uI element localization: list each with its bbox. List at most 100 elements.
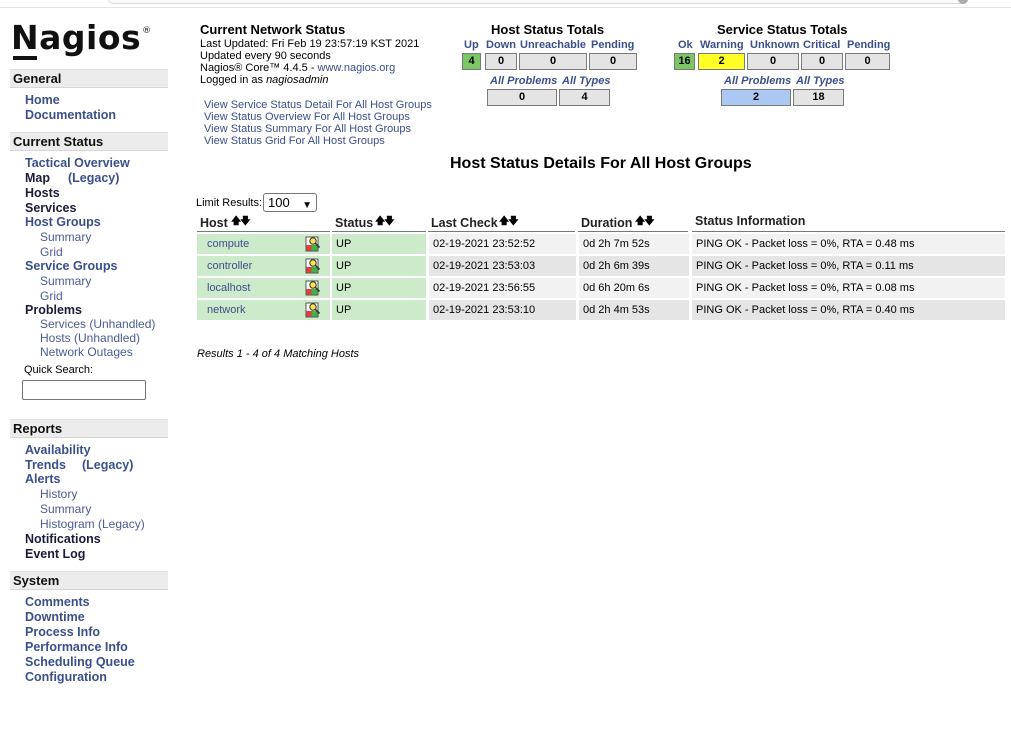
- address-bar-edge: [108, 0, 968, 4]
- nav-problems-services[interactable]: Services (Unhandled): [40, 317, 155, 331]
- view-service-details-icon[interactable]: [305, 236, 321, 252]
- col-host: Host 🡅🡇: [197, 214, 330, 232]
- status-information: PING OK - Packet loss = 0%, RTA = 0.48 m…: [692, 234, 1005, 254]
- nav-event-log[interactable]: Event Log: [25, 547, 85, 561]
- nav-alerts-histogram[interactable]: Histogram (Legacy): [40, 517, 145, 531]
- sort-duration-icon[interactable]: 🡅🡇: [635, 214, 655, 231]
- core-version: Nagios® Core™ 4.4.5 - www.nagios.org: [200, 62, 396, 74]
- col-status: Status 🡅🡇: [332, 214, 426, 232]
- nav-problems-hosts[interactable]: Hosts (Unhandled): [40, 331, 140, 345]
- nav-trends[interactable]: Trends: [25, 458, 66, 472]
- update-interval: Updated every 90 seconds: [200, 50, 331, 62]
- network-status-title: Current Network Status: [200, 22, 346, 37]
- link-status-grid[interactable]: View Status Grid For All Host Groups: [204, 135, 385, 147]
- service-ok-count[interactable]: 16: [674, 53, 695, 70]
- host-status: UP: [332, 256, 426, 276]
- nav-trends-legacy[interactable]: (Legacy): [82, 458, 133, 472]
- status-information: PING OK - Packet loss = 0%, RTA = 0.08 m…: [692, 278, 1005, 298]
- host-status: UP: [332, 300, 426, 320]
- nav-alerts-history[interactable]: History: [40, 487, 77, 501]
- host-all-problems-label[interactable]: All Problems: [490, 75, 557, 87]
- service-warning-count[interactable]: 2: [698, 53, 745, 70]
- view-service-details-icon[interactable]: [305, 280, 321, 296]
- view-service-details-icon[interactable]: [305, 258, 321, 274]
- host-pending-label[interactable]: Pending: [591, 39, 634, 51]
- service-critical-label[interactable]: Critical: [803, 39, 840, 51]
- sort-last-check-icon[interactable]: 🡅🡇: [499, 214, 519, 231]
- host-all-problems-count[interactable]: 0: [487, 89, 557, 106]
- col-last-check: Last Check 🡅🡇: [428, 214, 575, 232]
- username: nagiosadmin: [266, 74, 329, 86]
- service-unknown-label[interactable]: Unknown: [750, 39, 800, 51]
- nav-hosts[interactable]: Hosts: [25, 186, 60, 200]
- host-up-count[interactable]: 4: [462, 53, 481, 70]
- nav-documentation[interactable]: Documentation: [25, 108, 116, 122]
- section-reports: Reports: [10, 419, 168, 438]
- service-all-problems-label[interactable]: All Problems: [724, 75, 791, 87]
- service-unknown-count[interactable]: 0: [747, 53, 799, 70]
- nav-service-groups[interactable]: Service Groups: [25, 259, 117, 273]
- nav-comments[interactable]: Comments: [25, 595, 90, 609]
- host-down-count[interactable]: 0: [485, 53, 517, 70]
- service-all-types-count[interactable]: 18: [793, 89, 844, 106]
- table-row: controller UP 02-19-2021 23:53:03 0d 2h …: [197, 256, 1005, 276]
- link-service-status-detail[interactable]: View Service Status Detail For All Host …: [204, 99, 432, 111]
- host-down-label[interactable]: Down: [486, 39, 516, 51]
- results-summary: Results 1 - 4 of 4 Matching Hosts: [197, 348, 360, 360]
- sort-status-icon[interactable]: 🡅🡇: [375, 214, 395, 231]
- host-unreachable-count[interactable]: 0: [519, 53, 587, 70]
- nav-problems[interactable]: Problems: [25, 303, 82, 317]
- service-ok-label[interactable]: Ok: [678, 39, 693, 51]
- table-row: network UP 02-19-2021 23:53:10 0d 2h 4m …: [197, 300, 1005, 320]
- service-pending-label[interactable]: Pending: [847, 39, 890, 51]
- nav-process-info[interactable]: Process Info: [25, 625, 100, 639]
- nav-map[interactable]: Map: [25, 171, 50, 185]
- host-unreachable-label[interactable]: Unreachable: [520, 39, 586, 51]
- duration: 0d 6h 20m 6s: [579, 278, 689, 298]
- nav-configuration[interactable]: Configuration: [25, 670, 107, 684]
- nav-home[interactable]: Home: [25, 93, 60, 107]
- nav-notifications[interactable]: Notifications: [25, 532, 101, 546]
- host-all-types-count[interactable]: 4: [559, 89, 610, 106]
- nav-host-groups-grid[interactable]: Grid: [40, 245, 63, 259]
- link-status-summary[interactable]: View Status Summary For All Host Groups: [204, 123, 411, 135]
- quick-search-input[interactable]: [22, 380, 146, 400]
- nav-map-legacy[interactable]: (Legacy): [68, 171, 119, 185]
- service-pending-count[interactable]: 0: [845, 53, 890, 70]
- nav-tactical-overview[interactable]: Tactical Overview: [25, 156, 130, 170]
- view-service-details-icon[interactable]: [305, 302, 321, 318]
- sort-host-icon[interactable]: 🡅🡇: [231, 214, 251, 231]
- service-warning-label[interactable]: Warning: [700, 39, 744, 51]
- chevron-down-icon: ▼: [302, 200, 312, 211]
- nagios-logo[interactable]: Nagios®: [11, 18, 152, 60]
- section-current-status: Current Status: [10, 132, 168, 151]
- host-up-label[interactable]: Up: [464, 39, 479, 51]
- service-critical-count[interactable]: 0: [801, 53, 843, 70]
- nav-service-groups-grid[interactable]: Grid: [40, 289, 63, 303]
- last-check: 02-19-2021 23:53:03: [429, 256, 576, 276]
- nav-performance-info[interactable]: Performance Info: [25, 640, 128, 654]
- service-all-problems-count[interactable]: 2: [721, 89, 791, 106]
- nagios-org-link[interactable]: www.nagios.org: [318, 62, 396, 74]
- nav-network-outages[interactable]: Network Outages: [40, 345, 133, 359]
- service-all-types-label[interactable]: All Types: [796, 75, 845, 87]
- quick-search-label: Quick Search:: [24, 364, 94, 376]
- last-check: 02-19-2021 23:56:55: [429, 278, 576, 298]
- limit-results-label: Limit Results:: [196, 197, 263, 209]
- host-pending-count[interactable]: 0: [589, 53, 637, 70]
- nav-alerts-summary[interactable]: Summary: [40, 502, 91, 516]
- link-status-overview[interactable]: View Status Overview For All Host Groups: [204, 111, 410, 123]
- nav-host-groups-summary[interactable]: Summary: [40, 230, 91, 244]
- limit-results-select[interactable]: 100 ▼: [263, 193, 317, 212]
- host-all-types-label[interactable]: All Types: [562, 75, 611, 87]
- nav-service-groups-summary[interactable]: Summary: [40, 274, 91, 288]
- col-duration: Duration 🡅🡇: [578, 214, 688, 232]
- duration: 0d 2h 6m 39s: [579, 256, 689, 276]
- page-title: Host Status Details For All Host Groups: [450, 155, 752, 172]
- nav-services[interactable]: Services: [25, 201, 76, 215]
- nav-host-groups[interactable]: Host Groups: [25, 215, 101, 229]
- nav-alerts[interactable]: Alerts: [25, 472, 60, 486]
- nav-scheduling-queue[interactable]: Scheduling Queue: [25, 655, 135, 669]
- nav-availability[interactable]: Availability: [25, 443, 91, 457]
- nav-downtime[interactable]: Downtime: [25, 610, 85, 624]
